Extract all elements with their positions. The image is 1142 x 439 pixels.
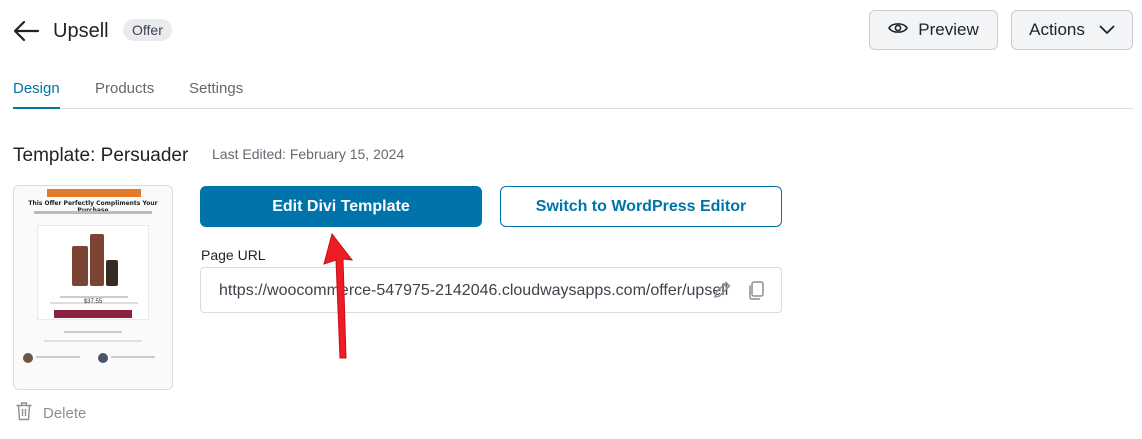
status-badge: Offer (123, 19, 172, 41)
product-bottle-image (72, 246, 88, 286)
page-title: Upsell (53, 20, 109, 42)
chevron-down-icon (1099, 20, 1115, 40)
thumbnail-product-card (37, 225, 149, 320)
page-url-label: Page URL (201, 247, 266, 263)
product-bottle-image (90, 234, 104, 286)
delete-label: Delete (43, 404, 87, 422)
page-url-field[interactable]: https://woocommerce-547975-2142046.cloud… (200, 267, 782, 313)
last-edited-text: Last Edited: February 15, 2024 (212, 146, 405, 162)
product-jar-image (106, 260, 118, 286)
thumbnail-text-line (111, 356, 155, 358)
thumbnail-text-line (44, 340, 142, 342)
tab-products[interactable]: Products (95, 80, 154, 109)
thumbnail-price: $37.55 (83, 299, 103, 305)
tab-bar: Design Products Settings (13, 78, 1133, 109)
thumbnail-cta (54, 310, 132, 318)
thumbnail-banner (47, 189, 141, 197)
tab-settings[interactable]: Settings (189, 80, 243, 109)
delete-button[interactable]: Delete (15, 401, 86, 425)
template-thumbnail[interactable]: This Offer Perfectly Compliments Your Pu… (13, 185, 173, 390)
back-arrow-icon[interactable] (12, 18, 40, 44)
preview-button[interactable]: Preview (869, 10, 998, 50)
thumbnail-text-line (36, 356, 80, 358)
actions-label: Actions (1029, 20, 1085, 39)
trash-icon (15, 401, 33, 425)
tab-design[interactable]: Design (13, 80, 60, 109)
thumbnail-text-line (60, 296, 128, 298)
thumbnail-avatar (98, 353, 108, 363)
pencil-icon[interactable] (711, 279, 733, 301)
thumbnail-subtext (34, 211, 152, 214)
thumbnail-text-line (64, 331, 122, 333)
eye-icon (888, 20, 909, 40)
copy-icon[interactable] (745, 279, 767, 301)
edit-divi-template-button[interactable]: Edit Divi Template (200, 186, 482, 227)
preview-label: Preview (918, 20, 979, 39)
page-url-value: https://woocommerce-547975-2142046.cloud… (219, 282, 729, 299)
actions-dropdown-button[interactable]: Actions (1011, 10, 1133, 50)
template-title: Template: Persuader (13, 145, 189, 166)
thumbnail-avatar (23, 353, 33, 363)
switch-wordpress-editor-button[interactable]: Switch to WordPress Editor (500, 186, 782, 227)
